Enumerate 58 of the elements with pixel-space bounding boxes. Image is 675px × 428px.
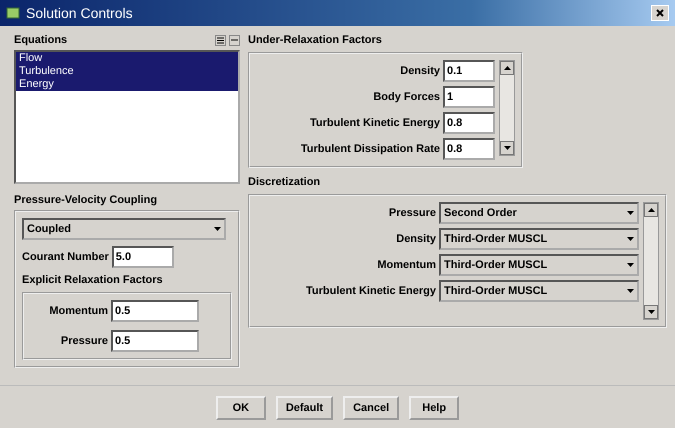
input-field[interactable]: 0.5 — [111, 300, 199, 322]
list-button[interactable] — [215, 34, 226, 46]
field-label: Density — [396, 233, 436, 245]
dash-icon — [231, 39, 238, 41]
input-field[interactable]: 5.0 — [112, 246, 174, 268]
scheme-dropdown[interactable]: Third-Order MUSCL — [439, 228, 639, 250]
scheme-dropdown[interactable]: Coupled — [22, 218, 226, 240]
scroll-down-button[interactable] — [644, 305, 658, 319]
scroll-down-button[interactable] — [500, 141, 514, 155]
list-item[interactable]: Energy — [16, 78, 238, 91]
field-label: Body Forces — [373, 91, 440, 103]
section-label: Discretization — [248, 176, 322, 188]
field-label: Turbulent Kinetic Energy — [306, 285, 436, 297]
input-field[interactable]: 1 — [443, 86, 495, 108]
field-label: Density — [400, 65, 440, 77]
input-field[interactable]: 0.1 — [443, 60, 495, 82]
field-label: Courant Number — [22, 251, 109, 263]
input-field[interactable]: 0.8 — [443, 112, 495, 134]
input-field[interactable]: 0.5 — [111, 330, 199, 352]
app-icon — [6, 7, 20, 19]
up-arrow-icon — [504, 66, 510, 70]
close-button[interactable] — [651, 5, 669, 21]
up-arrow-icon — [648, 208, 654, 212]
dialog-button[interactable]: Help — [409, 396, 460, 420]
scheme-dropdown[interactable]: Third-Order MUSCL — [439, 280, 639, 302]
scroll-up-button[interactable] — [500, 61, 514, 75]
scheme-dropdown[interactable]: Second Order — [439, 202, 639, 224]
field-label: Momentum — [48, 305, 108, 317]
caret-icon — [627, 211, 634, 215]
caret-icon — [214, 227, 221, 231]
down-arrow-icon — [504, 146, 510, 150]
section-label: Under-Relaxation Factors — [248, 34, 383, 46]
dialog-button[interactable]: OK — [216, 396, 266, 420]
list-item[interactable]: Flow — [16, 52, 238, 65]
window-title: Solution Controls — [26, 5, 133, 21]
scrollbar[interactable] — [643, 202, 659, 320]
lines-icon — [217, 36, 224, 44]
caret-icon — [627, 263, 634, 267]
section-label: Pressure-Velocity Coupling — [14, 194, 158, 206]
field-label: Pressure — [388, 207, 436, 219]
deselect-button[interactable] — [229, 34, 240, 46]
equations-label: Equations — [14, 34, 68, 46]
section-label: Explicit Relaxation Factors — [22, 274, 164, 286]
caret-icon — [627, 289, 634, 293]
dialog-button[interactable]: Default — [276, 396, 334, 420]
scheme-dropdown[interactable]: Third-Order MUSCL — [439, 254, 639, 276]
caret-icon — [627, 237, 634, 241]
scrollbar[interactable] — [499, 60, 515, 156]
close-icon — [656, 9, 664, 17]
field-label: Turbulent Dissipation Rate — [300, 143, 440, 155]
scroll-up-button[interactable] — [644, 203, 658, 217]
dialog-button[interactable]: Cancel — [343, 396, 400, 420]
field-label: Momentum — [377, 259, 436, 271]
field-label: Turbulent Kinetic Energy — [310, 117, 440, 129]
down-arrow-icon — [648, 310, 654, 314]
input-field[interactable]: 0.8 — [443, 138, 495, 160]
field-label: Pressure — [60, 335, 108, 347]
list-item[interactable]: Turbulence — [16, 65, 238, 78]
